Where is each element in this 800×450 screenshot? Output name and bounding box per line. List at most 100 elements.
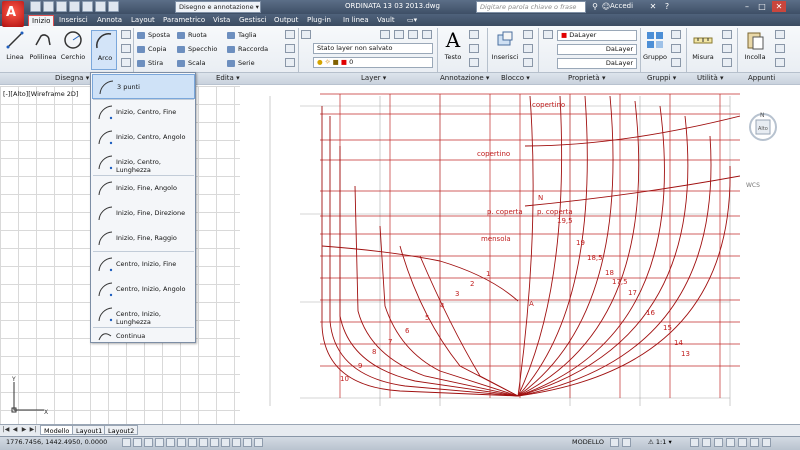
mirror-button[interactable]: Specchio (176, 44, 217, 55)
tab-annota[interactable]: Annota (94, 15, 125, 26)
open-file-icon[interactable] (43, 1, 54, 12)
workspace-switch-icon[interactable] (702, 438, 711, 447)
tab-inserisci[interactable]: Inserisci (56, 15, 91, 26)
layer-freeze-icon[interactable] (408, 30, 418, 39)
wcs-menu[interactable]: WCS (746, 182, 760, 189)
stretch-button[interactable]: Stira (136, 58, 163, 69)
ducs-icon[interactable] (199, 438, 208, 447)
group-edit-icon[interactable] (671, 44, 681, 53)
minimize-button[interactable]: – (740, 1, 754, 12)
transparency-icon[interactable] (232, 438, 241, 447)
tab-in-linea[interactable]: In linea (340, 15, 372, 26)
prev-layout-icon[interactable]: ◀ (11, 426, 19, 434)
quick-view-drawings-icon[interactable] (622, 438, 631, 447)
panel-title-utility[interactable]: Utilità ▾ (697, 73, 724, 84)
snap-icon[interactable] (122, 438, 131, 447)
search-input[interactable]: Digitare parola chiave o frase (476, 1, 586, 13)
save-icon[interactable] (56, 1, 67, 12)
tab-layout[interactable]: Layout (128, 15, 158, 26)
panel-title-annotation[interactable]: Annotazione ▾ (440, 73, 489, 84)
status-menu-icon[interactable] (750, 438, 759, 447)
quick-select-icon[interactable] (722, 30, 732, 39)
osnap-icon[interactable] (166, 438, 175, 447)
edit-block-icon[interactable] (523, 44, 533, 53)
panel-title-draw[interactable]: Disegna ▾ (55, 73, 89, 84)
insert-block-button[interactable]: Inserisci (492, 30, 518, 70)
coordinates-readout[interactable]: 1776.7456, 1442.4950, 0.0000 (6, 438, 107, 446)
copy-button[interactable]: Copia (136, 44, 166, 55)
circle-button[interactable]: Cerchio (60, 30, 86, 70)
ungroup-icon[interactable] (671, 30, 681, 39)
arc-option-start-end-angle[interactable]: Inizio, Fine, Angolo (92, 176, 195, 201)
tab-gestisci[interactable]: Gestisci (236, 15, 270, 26)
exchange-icon[interactable]: ✕ (648, 2, 658, 12)
measure-button[interactable]: Misura (690, 30, 716, 70)
arc-option-start-center-end[interactable]: Inizio, Centro, Fine (92, 100, 195, 125)
isolate-objects-icon[interactable] (738, 438, 747, 447)
polyline-button[interactable]: Polilinea (30, 30, 57, 70)
save-as-icon[interactable] (69, 1, 80, 12)
select-all-icon[interactable] (722, 44, 732, 53)
grid-icon[interactable] (133, 438, 142, 447)
copy-clip-icon[interactable] (775, 44, 785, 53)
color-combo[interactable]: ■ DaLayer (557, 30, 637, 41)
panel-title-modify[interactable]: Edita ▾ (216, 73, 240, 84)
tab-parametrico[interactable]: Parametrico (160, 15, 208, 26)
lineweight-combo[interactable]: DaLayer (557, 58, 637, 69)
viewcube[interactable]: Alto N (748, 112, 778, 142)
move-button[interactable]: Sposta (136, 30, 170, 41)
line-button[interactable]: Linea (2, 30, 28, 70)
group-button[interactable]: Gruppo (642, 30, 668, 70)
lineweight-toggle-icon[interactable] (221, 438, 230, 447)
annotation-visibility-icon[interactable] (690, 438, 699, 447)
arc-option-continue[interactable]: Continua (92, 328, 195, 352)
layer-lock-icon[interactable] (422, 30, 432, 39)
maximize-button[interactable]: □ (755, 1, 769, 12)
help-icon[interactable]: ? (662, 2, 672, 12)
otrack-icon[interactable] (188, 438, 197, 447)
redo-icon[interactable] (108, 1, 119, 12)
first-layout-icon[interactable]: |◀ (2, 426, 10, 434)
linetype-combo[interactable]: DaLayer (557, 44, 637, 55)
viewport-controls[interactable]: [-][Alto][Wireframe 2D] (3, 90, 78, 98)
tab-layout2[interactable]: Layout2 (104, 425, 139, 435)
arc-option-start-end-direction[interactable]: Inizio, Fine, Direzione (92, 201, 195, 226)
arc-option-start-center-angle[interactable]: Inizio, Centro, Angolo (92, 125, 195, 150)
binoculars-icon[interactable]: ⚲ (590, 2, 600, 12)
scale-button[interactable]: Scala (176, 58, 205, 69)
layer-off-icon[interactable] (380, 30, 390, 39)
polar-icon[interactable] (155, 438, 164, 447)
model-space-button[interactable]: MODELLO (572, 438, 604, 446)
quick-view-layouts-icon[interactable] (610, 438, 619, 447)
layer-state-combo[interactable]: Stato layer non salvato (313, 43, 433, 54)
lock-ui-icon[interactable] (714, 438, 723, 447)
3d-osnap-icon[interactable] (177, 438, 186, 447)
workspace-selector[interactable]: Disegno e annotazione ▾ (175, 1, 261, 13)
quick-properties-icon[interactable] (243, 438, 252, 447)
layer-properties-icon[interactable] (301, 30, 311, 39)
tab-output[interactable]: Output (271, 15, 301, 26)
tab-modello[interactable]: Modello (40, 425, 74, 435)
paste-button[interactable]: Incolla (742, 30, 768, 70)
tab-vault[interactable]: Vault (374, 15, 398, 26)
current-layer-combo[interactable]: ● ☼ ■ ■ 0 (313, 57, 433, 68)
arc-button[interactable]: Arco (91, 30, 117, 70)
undo-icon[interactable] (95, 1, 106, 12)
rectangle-icon[interactable] (121, 30, 131, 39)
panel-title-groups[interactable]: Gruppi ▾ (647, 73, 676, 84)
id-point-icon[interactable] (722, 58, 732, 67)
tab-inizio[interactable]: Inizio (28, 15, 55, 26)
arc-option-center-start-end[interactable]: Centro, Inizio, Fine (92, 252, 195, 277)
cut-icon[interactable] (775, 30, 785, 39)
erase-icon[interactable] (285, 30, 295, 39)
panel-title-block[interactable]: Blocco ▾ (501, 73, 530, 84)
explode-icon[interactable] (285, 44, 295, 53)
tab-layout1[interactable]: Layout1 (72, 425, 107, 435)
text-button[interactable]: A Testo (440, 30, 466, 70)
arc-option-center-start-length[interactable]: Centro, Inizio, Lunghezza (92, 302, 195, 327)
leader-icon[interactable] (469, 44, 479, 53)
match-properties-icon[interactable] (543, 30, 553, 39)
clean-screen-icon[interactable] (762, 438, 771, 447)
array-button[interactable]: Serie (226, 58, 255, 69)
block-attribute-icon[interactable] (523, 58, 533, 67)
